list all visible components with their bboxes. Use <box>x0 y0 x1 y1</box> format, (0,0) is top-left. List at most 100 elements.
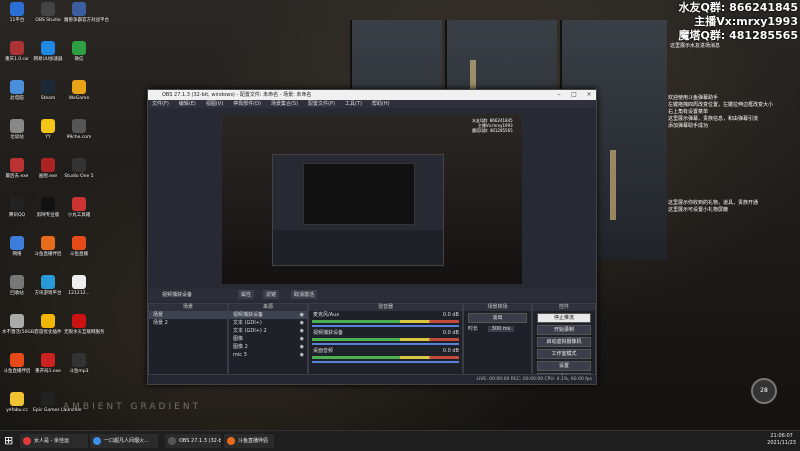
minimize-icon[interactable]: – <box>552 90 566 100</box>
desktop-icon[interactable]: 小丸工具箱 <box>64 197 94 218</box>
menu-item[interactable]: 帮助(H) <box>372 101 390 107</box>
eye-icon[interactable]: ◉ <box>300 319 304 327</box>
app-icon <box>41 236 55 250</box>
desktop-icon[interactable]: 音旋优化插件 <box>33 314 63 335</box>
menu-item[interactable]: 配置文件(P) <box>308 101 335 107</box>
desktop-icon[interactable]: OBS Studio <box>33 2 63 23</box>
desktop-icon-label: 腾讯QQ <box>8 213 26 218</box>
control-button[interactable]: 设置 <box>537 361 591 371</box>
desktop-icon[interactable]: 此电脑 <box>2 80 32 101</box>
desktop-icon-label: 重开局1.exe <box>35 369 61 374</box>
menu-item[interactable]: 停靠部件(D) <box>233 101 261 107</box>
filters-button[interactable]: 滤镜 <box>263 290 280 299</box>
desktop-icon-label: 回收站 <box>10 291 24 296</box>
desktop-icon[interactable]: Steam <box>33 80 63 101</box>
desktop-icon[interactable]: 垃圾站 <box>2 119 32 140</box>
menu-item[interactable]: 场景集合(S) <box>271 101 298 107</box>
windows-start-icon[interactable]: ⊞ <box>4 435 16 447</box>
desktop-icon[interactable]: 微信 <box>64 41 94 62</box>
source-item[interactable]: 视频捕获设备 ◉ <box>229 311 307 319</box>
desktop-icon[interactable]: 网易UU加速器 <box>33 41 63 62</box>
desktop-icon[interactable]: 重庆1.0.rar <box>2 41 32 62</box>
volume-slider[interactable] <box>312 325 459 327</box>
volume-slider[interactable] <box>312 361 459 363</box>
source-item[interactable]: 图像 2 ◉ <box>229 343 307 351</box>
desktop-icon[interactable]: 水不激活(50GB) <box>2 314 36 335</box>
desktop-icon-label: 此电脑 <box>10 96 24 101</box>
desktop-icon-label: 剪映专业版 <box>36 213 60 218</box>
eye-icon[interactable]: ◉ <box>300 311 304 319</box>
scene-item[interactable]: 场景 <box>149 311 227 319</box>
app-icon <box>10 353 24 367</box>
control-button[interactable]: 工作室模式 <box>537 349 591 359</box>
properties-button[interactable]: 属性 <box>238 290 255 299</box>
desktop-icon[interactable]: 画图.exe <box>33 158 63 179</box>
app-icon <box>10 2 24 16</box>
close-icon[interactable]: × <box>582 90 596 100</box>
obs-window[interactable]: OBS 27.1.3 (32-bit, windows) - 配置文件: 未命名… <box>147 89 597 385</box>
desktop-icon[interactable]: 无限水头互联网服务 <box>64 314 105 335</box>
maximize-icon[interactable]: □ <box>567 90 581 100</box>
eye-icon[interactable]: ◉ <box>300 343 304 351</box>
desktop-icon[interactable]: WeGame <box>64 80 94 101</box>
control-button[interactable]: 开始录制 <box>537 325 591 335</box>
desktop-icon[interactable]: 斗鱼直播 <box>64 236 94 257</box>
desktop-icon[interactable]: 斗鱼直播伴侣 <box>33 236 63 257</box>
taskbar-app-label: 女人是 - 余佳运 <box>34 438 69 444</box>
control-button[interactable]: 停止推流 <box>537 313 591 323</box>
menu-item[interactable]: 工具(T) <box>345 101 362 107</box>
taskbar-app-label: 斗鱼直播伴侣 <box>238 438 269 444</box>
transitions-header: 场景转场 <box>464 304 531 311</box>
nested-docks <box>273 230 443 265</box>
source-item[interactable]: 文本 (GDI+) ◉ <box>229 319 307 327</box>
desktop-icon[interactable]: 斗鱼mp3 <box>64 353 94 374</box>
desktop-icon[interactable]: Studio One 5 <box>64 158 94 179</box>
taskbar-app[interactable]: 斗鱼直播伴侣 <box>224 434 274 448</box>
obs-preview[interactable]: 水友Q群: 866241845 主播Vx:mrxy1993 魔塔Q群: 4812… <box>222 114 522 284</box>
desktop-icon[interactable]: 99che.com <box>64 119 94 140</box>
channel-db: 0.0 dB <box>442 312 459 318</box>
taskbar-app[interactable]: 女人是 - 余佳运 <box>20 434 88 448</box>
taskbar-app[interactable]: 一口超凡人间烟火... <box>90 434 158 448</box>
obs-titlebar[interactable]: OBS 27.1.3 (32-bit, windows) - 配置文件: 未命名… <box>148 90 596 100</box>
source-toolbar: 视频捕获设备 属性 滤镜 取消激活 <box>148 289 596 301</box>
desktop-icon[interactable]: 剪映专业版 <box>33 197 63 218</box>
desktop-icon[interactable]: 魔兽争霸官方对战平台 <box>64 2 109 23</box>
desktop-icon[interactable]: 最后去.exe <box>2 158 32 179</box>
desktop-icon[interactable]: YY <box>33 119 63 140</box>
menu-item[interactable]: 文件(F) <box>152 101 169 107</box>
menu-item[interactable]: 视图(V) <box>206 101 223 107</box>
fan-group-text: 水友Q群: 866241845 <box>678 1 798 14</box>
desktop-icon[interactable]: 11平台 <box>2 2 32 23</box>
chat-line: 欢迎使用斗鱼弹幕助手 <box>668 95 719 101</box>
desktop-icon-label: 垃圾站 <box>10 135 24 140</box>
eye-icon[interactable]: ◉ <box>300 327 304 335</box>
desktop-icon[interactable]: 网络 <box>2 236 32 257</box>
desktop-icon-label: YY <box>45 135 51 140</box>
desktop-icon[interactable]: Epic Games Launcher <box>33 392 82 413</box>
app-icon <box>41 158 55 172</box>
taskbar-app[interactable]: OBS 27.1.3 (32-bi... <box>165 434 221 448</box>
desktop-icon[interactable]: 腾讯QQ <box>2 197 32 218</box>
source-item[interactable]: 图像 ◉ <box>229 335 307 343</box>
transition-select[interactable]: 淡出 <box>468 313 527 323</box>
control-button[interactable]: 启动虚拟摄像机 <box>537 337 591 347</box>
volume-slider[interactable] <box>312 343 459 345</box>
system-clock[interactable]: 21:06:07 2021/11/23 <box>767 433 796 447</box>
desktop-icon[interactable]: 回收站 <box>2 275 32 296</box>
eye-icon[interactable]: ◉ <box>300 335 304 343</box>
desktop-icon[interactable]: 121212... <box>64 275 94 296</box>
desktop-icon[interactable]: 方块游戏平台 <box>33 275 63 296</box>
duration-input[interactable]: 300 ms <box>487 326 515 332</box>
menu-item[interactable]: 编辑(E) <box>179 101 196 107</box>
desktop-icon[interactable]: 斗鱼直播伴侣 <box>2 353 32 374</box>
desktop-icon-label: 斗鱼直播伴侣 <box>3 369 31 374</box>
desktop-icon[interactable]: yefabu.cc <box>2 392 32 413</box>
source-item[interactable]: 文本 (GDI+) 2 ◉ <box>229 327 307 335</box>
deactivate-button[interactable]: 取消激活 <box>291 290 318 299</box>
eye-icon[interactable]: ◉ <box>300 351 304 359</box>
chat-line: 这里展示弹幕，贵族信息，和由弹幕引流 <box>668 116 759 122</box>
scene-item[interactable]: 场景 2 <box>149 319 227 327</box>
source-item[interactable]: mic 3 ◉ <box>229 351 307 359</box>
desktop-icon[interactable]: 重开局1.exe <box>33 353 63 374</box>
